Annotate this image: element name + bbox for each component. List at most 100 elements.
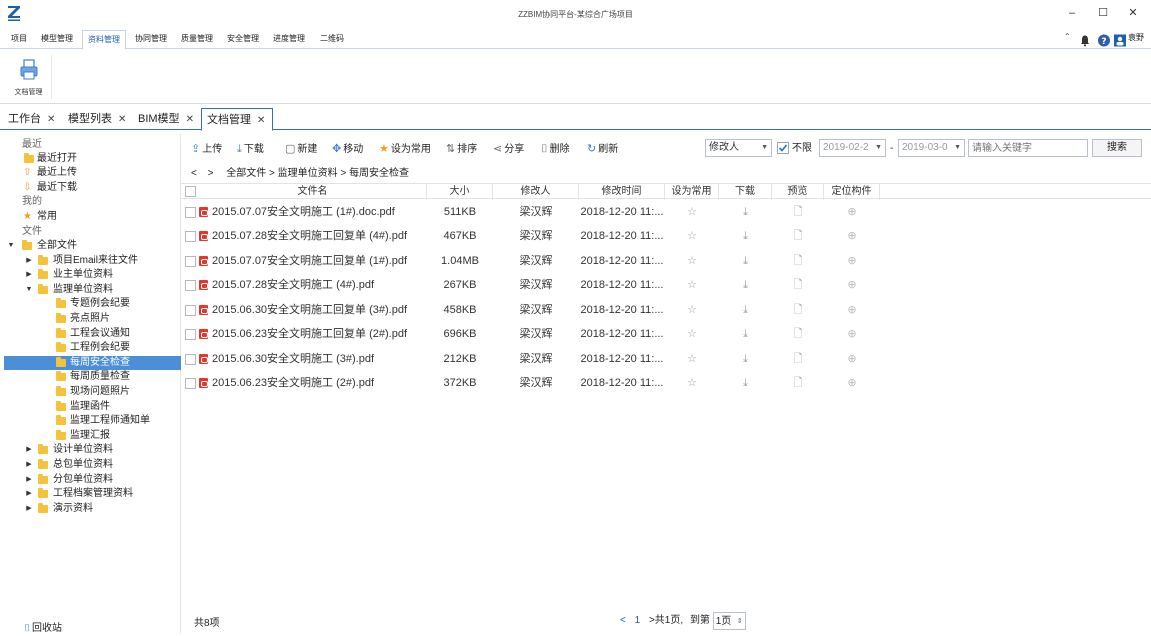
tab-bim-model[interactable]: BIM模型 ✕ <box>138 110 194 130</box>
preview-icon[interactable]: 🗋 <box>772 224 824 248</box>
table-row[interactable]: 2015.07.07安全文明施工 (1#).doc.pdf 511KB 梁汉辉 … <box>181 200 1151 224</box>
column-header-modified-time[interactable]: 修改时间 <box>579 184 665 200</box>
tree-item-subcontractor[interactable]: ▶ 分包单位资料 <box>4 473 181 487</box>
file-name[interactable]: 2015.06.30安全文明施工 (3#).pdf <box>212 347 427 371</box>
tree-item-demo-files[interactable]: ▶ 演示资料 <box>4 502 181 516</box>
back-icon[interactable]: < <box>191 168 197 179</box>
date-to-select[interactable]: 2019-03-0 ▼ <box>898 139 965 157</box>
favorite-star-icon[interactable]: ☆ <box>665 249 719 273</box>
row-checkbox[interactable] <box>185 207 196 218</box>
file-name[interactable]: 2015.06.30安全文明施工回复单 (3#).pdf <box>212 298 427 322</box>
row-checkbox[interactable] <box>185 378 196 389</box>
download-icon[interactable]: ⤓ <box>719 249 772 273</box>
maximize-button[interactable]: ☐ <box>1092 5 1114 21</box>
next-and-total[interactable]: >共1页, <box>649 615 683 626</box>
expanded-caret-icon[interactable]: ▼ <box>25 283 33 297</box>
locate-component-icon[interactable]: ⊕ <box>824 322 880 346</box>
row-checkbox[interactable] <box>185 329 196 340</box>
file-name[interactable]: 2015.07.28安全文明施工回复单 (4#).pdf <box>212 224 427 248</box>
download-icon[interactable]: ⤓ <box>719 298 772 322</box>
avatar[interactable] <box>1114 33 1126 48</box>
tree-item-highlight-photos[interactable]: 亮点照片 <box>4 312 181 326</box>
download-icon[interactable]: ⤓ <box>719 322 772 346</box>
download-icon[interactable]: ⤓ <box>719 347 772 371</box>
select-all-checkbox[interactable] <box>185 186 196 197</box>
document-management-button[interactable]: 文档管理 <box>6 55 52 99</box>
tree-item-design-files[interactable]: ▶ 设计单位资料 <box>4 443 181 457</box>
tree-item-archive-management[interactable]: ▶ 工程档案管理资料 <box>4 487 181 501</box>
favorite-star-icon[interactable]: ☆ <box>665 298 719 322</box>
menu-schedule[interactable]: 进度管理 <box>269 30 309 49</box>
row-checkbox[interactable] <box>185 305 196 316</box>
collapsed-caret-icon[interactable]: ▶ <box>25 254 33 268</box>
table-row[interactable]: 2015.06.23安全文明施工回复单 (2#).pdf 696KB 梁汉辉 2… <box>181 322 1151 346</box>
favorite-star-icon[interactable]: ☆ <box>665 347 719 371</box>
preview-icon[interactable]: 🗋 <box>772 200 824 224</box>
close-icon[interactable]: ✕ <box>186 114 194 125</box>
row-checkbox[interactable] <box>185 280 196 291</box>
prev-page-button[interactable]: < <box>620 615 626 626</box>
preview-icon[interactable]: 🗋 <box>772 322 824 346</box>
help-icon[interactable]: ? <box>1098 33 1110 48</box>
tree-item-regular-meeting[interactable]: 工程例会纪要 <box>4 341 181 355</box>
tree-item-owner-files[interactable]: ▶ 业主单位资料 <box>4 268 181 282</box>
sort-button[interactable]: ⇅ 排序 <box>446 141 477 157</box>
favorite-star-icon[interactable]: ☆ <box>665 200 719 224</box>
menu-safety[interactable]: 安全管理 <box>223 30 263 49</box>
forward-icon[interactable]: > <box>208 168 214 179</box>
download-icon[interactable]: ⤓ <box>719 273 772 297</box>
menu-qrcode[interactable]: 二维码 <box>315 30 349 49</box>
table-row[interactable]: 2015.07.28安全文明施工 (4#).pdf 267KB 梁汉辉 2018… <box>181 273 1151 297</box>
download-icon[interactable]: ⤓ <box>719 200 772 224</box>
preview-icon[interactable]: 🗋 <box>772 371 824 395</box>
tree-item-engineer-notice[interactable]: 监理工程师通知单 <box>4 414 181 428</box>
collapsed-caret-icon[interactable]: ▶ <box>25 268 33 282</box>
locate-component-icon[interactable]: ⊕ <box>824 224 880 248</box>
file-name[interactable]: 2015.06.23安全文明施工回复单 (2#).pdf <box>212 322 427 346</box>
move-button[interactable]: ✥ 移动 <box>332 141 363 157</box>
upload-button[interactable]: ⇪ 上传 <box>191 141 222 157</box>
tab-model-list[interactable]: 模型列表 ✕ <box>68 110 126 130</box>
menu-collaboration[interactable]: 协同管理 <box>131 30 171 49</box>
tree-item-general-contractor[interactable]: ▶ 总包单位资料 <box>4 458 181 472</box>
set-favorite-button[interactable]: ★ 设为常用 <box>379 141 431 157</box>
locate-component-icon[interactable]: ⊕ <box>824 273 880 297</box>
breadcrumb-item[interactable]: 监理单位资料 <box>278 168 338 179</box>
table-row[interactable]: 2015.06.30安全文明施工 (3#).pdf 212KB 梁汉辉 2018… <box>181 347 1151 371</box>
user-name[interactable]: 袁野 <box>1128 32 1144 47</box>
tree-item-supervision-report[interactable]: 监理汇报 <box>4 429 181 443</box>
filter-field-select[interactable]: 修改人 ▼ <box>705 139 772 157</box>
download-icon[interactable]: ⤓ <box>719 371 772 395</box>
search-button[interactable]: 搜索 <box>1092 139 1142 157</box>
locate-component-icon[interactable]: ⊕ <box>824 298 880 322</box>
tree-item-recent-open[interactable]: 最近打开 <box>4 152 181 166</box>
menu-document-management[interactable]: 资料管理 <box>82 30 126 50</box>
collapsed-caret-icon[interactable]: ▶ <box>25 443 33 457</box>
tree-item-recent-download[interactable]: ⇩ 最近下载 <box>4 181 181 195</box>
menu-quality[interactable]: 质量管理 <box>177 30 217 49</box>
close-icon[interactable]: ✕ <box>257 115 265 126</box>
column-header-filename[interactable]: 文件名 <box>199 184 427 200</box>
tree-item-supervision[interactable]: ▼ 监理单位资料 <box>4 283 181 297</box>
file-name[interactable]: 2015.07.07安全文明施工 (1#).doc.pdf <box>212 200 427 224</box>
tree-item-weekly-safety[interactable]: 每周安全检查 <box>4 356 181 370</box>
file-name[interactable]: 2015.07.28安全文明施工 (4#).pdf <box>212 273 427 297</box>
bell-icon[interactable] <box>1080 33 1090 48</box>
tree-item-topic-meeting[interactable]: 专题例会纪要 <box>4 297 181 311</box>
table-row[interactable]: 2015.06.30安全文明施工回复单 (3#).pdf 458KB 梁汉辉 2… <box>181 298 1151 322</box>
close-icon[interactable]: ✕ <box>47 114 55 125</box>
menu-model-management[interactable]: 模型管理 <box>37 30 77 49</box>
minimize-button[interactable]: – <box>1061 5 1083 21</box>
collapsed-caret-icon[interactable]: ▶ <box>25 473 33 487</box>
preview-icon[interactable]: 🗋 <box>772 298 824 322</box>
collapsed-caret-icon[interactable]: ▶ <box>25 487 33 501</box>
keyword-search-input[interactable] <box>968 139 1088 157</box>
tab-workbench[interactable]: 工作台 ✕ <box>8 110 55 130</box>
favorite-star-icon[interactable]: ☆ <box>665 273 719 297</box>
tree-item-all-files[interactable]: ▼ 全部文件 <box>4 239 181 253</box>
preview-icon[interactable]: 🗋 <box>772 273 824 297</box>
close-icon[interactable]: ✕ <box>118 114 126 125</box>
column-header-size[interactable]: 大小 <box>427 184 493 200</box>
breadcrumb-item[interactable]: 全部文件 <box>226 168 266 179</box>
column-header-modifier[interactable]: 修改人 <box>493 184 579 200</box>
